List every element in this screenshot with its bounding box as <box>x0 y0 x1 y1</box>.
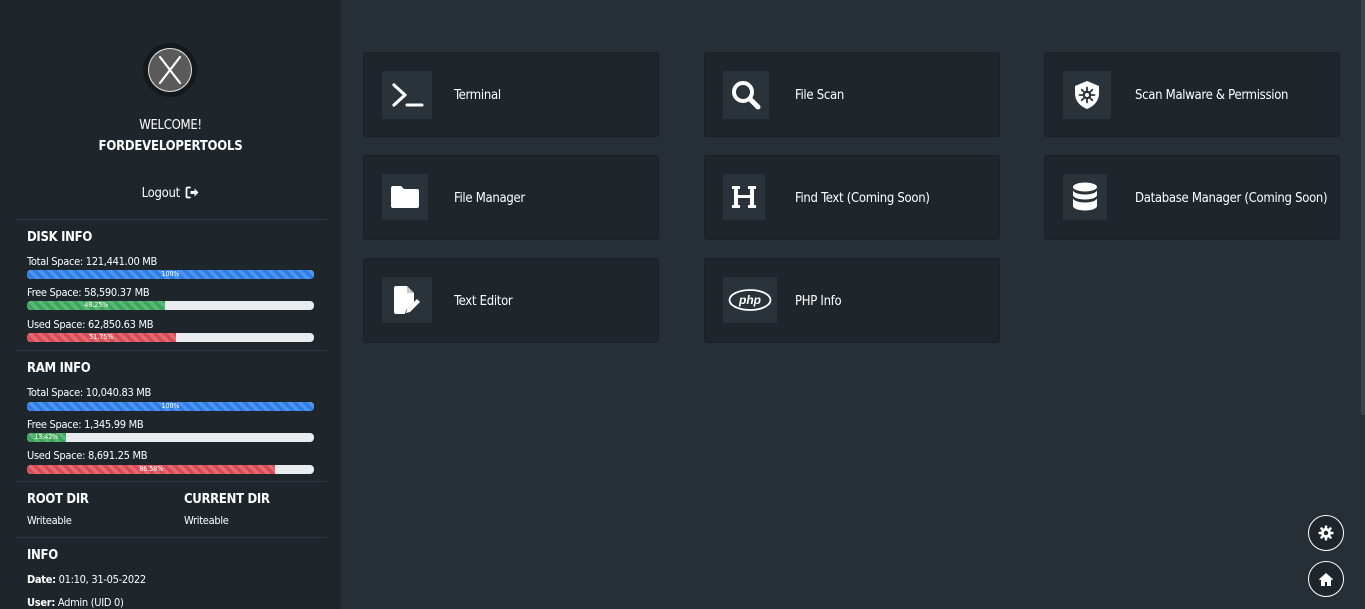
scrollbar[interactable] <box>1361 0 1365 415</box>
text-editor-label: Text Editor <box>454 294 513 309</box>
root-dir-value: Writeable <box>27 514 72 527</box>
info-title: INFO <box>27 548 58 563</box>
disk-free-label: Free Space: 58,590.37 MB <box>27 286 150 299</box>
x-logo-icon <box>148 48 192 92</box>
settings-button[interactable] <box>1308 515 1344 551</box>
disk-used-label: Used Space: 62,850.63 MB <box>27 318 154 331</box>
ram-used-bar: 86.58% <box>27 465 314 474</box>
php-info-card[interactable]: php PHP Info <box>704 258 1000 343</box>
current-dir-title: CURRENT DIR <box>184 492 270 507</box>
php-icon: php <box>723 277 777 323</box>
file-manager-label: File Manager <box>454 191 525 206</box>
file-pen-icon <box>382 277 432 323</box>
disk-used-bar: 51.75% <box>27 333 314 342</box>
divider <box>15 481 327 482</box>
home-button[interactable] <box>1308 561 1344 597</box>
php-info-label: PHP Info <box>795 294 842 309</box>
database-manager-label: Database Manager (Coming Soon) <box>1135 191 1328 206</box>
terminal-card[interactable]: Terminal <box>363 52 659 137</box>
info-user-value: Admin (UID 0) <box>57 596 124 609</box>
terminal-label: Terminal <box>454 88 501 103</box>
ram-free-bar: 13.42% <box>27 433 314 442</box>
avatar <box>143 43 197 97</box>
heading-icon <box>723 174 765 220</box>
welcome-text: WELCOME! <box>139 118 202 133</box>
disk-used-fill: 51.75% <box>27 333 176 342</box>
database-manager-card[interactable]: Database Manager (Coming Soon) <box>1044 155 1340 240</box>
disk-info-title: DISK INFO <box>27 230 92 245</box>
disk-total-label: Total Space: 121,441.00 MB <box>27 255 158 268</box>
info-date: Date: 01:10, 31-05-2022 <box>27 573 146 586</box>
folder-icon <box>382 174 428 220</box>
ram-total-fill: 100% <box>27 402 314 411</box>
disk-total-bar: 100% <box>27 270 314 279</box>
gear-icon <box>1318 525 1334 541</box>
ram-free-fill: 13.42% <box>27 433 66 442</box>
divider <box>15 350 327 351</box>
ram-used-label: Used Space: 8,691.25 MB <box>27 449 148 462</box>
find-text-label: Find Text (Coming Soon) <box>795 191 930 206</box>
ram-free-label: Free Space: 1,345.99 MB <box>27 418 144 431</box>
shield-virus-icon <box>1063 71 1111 119</box>
sidebar: WELCOME! FORDEVELOPERTOOLS Logout DISK I… <box>0 0 341 609</box>
info-date-key: Date: <box>27 573 56 586</box>
text-editor-card[interactable]: Text Editor <box>363 258 659 343</box>
file-manager-card[interactable]: File Manager <box>363 155 659 240</box>
info-user-key: User: <box>27 596 55 609</box>
file-scan-label: File Scan <box>795 88 844 103</box>
current-dir-value: Writeable <box>184 514 229 527</box>
file-scan-card[interactable]: File Scan <box>704 52 1000 137</box>
home-icon <box>1319 572 1333 586</box>
logout-label: Logout <box>141 186 181 201</box>
terminal-icon <box>382 71 432 119</box>
divider <box>15 537 327 538</box>
ram-total-label: Total Space: 10,040.83 MB <box>27 386 152 399</box>
info-user: User: Admin (UID 0) <box>27 596 124 609</box>
scan-malware-label: Scan Malware & Permission <box>1135 88 1289 103</box>
root-dir-title: ROOT DIR <box>27 492 89 507</box>
ram-total-bar: 100% <box>27 402 314 411</box>
disk-free-fill: 48.25% <box>27 301 166 310</box>
disk-free-bar: 48.25% <box>27 301 314 310</box>
divider <box>15 219 327 220</box>
database-icon <box>1063 174 1107 220</box>
disk-total-fill: 100% <box>27 270 314 279</box>
info-date-value: 01:10, 31-05-2022 <box>58 573 147 586</box>
ram-used-fill: 86.58% <box>27 465 276 474</box>
svg-text:php: php <box>738 293 761 307</box>
search-icon <box>723 71 769 119</box>
ram-info-title: RAM INFO <box>27 361 91 376</box>
logout-link[interactable]: Logout <box>0 186 341 201</box>
username: FORDEVELOPERTOOLS <box>98 139 243 154</box>
find-text-card[interactable]: Find Text (Coming Soon) <box>704 155 1000 240</box>
sign-out-icon <box>185 186 199 199</box>
scan-malware-card[interactable]: Scan Malware & Permission <box>1044 52 1340 137</box>
